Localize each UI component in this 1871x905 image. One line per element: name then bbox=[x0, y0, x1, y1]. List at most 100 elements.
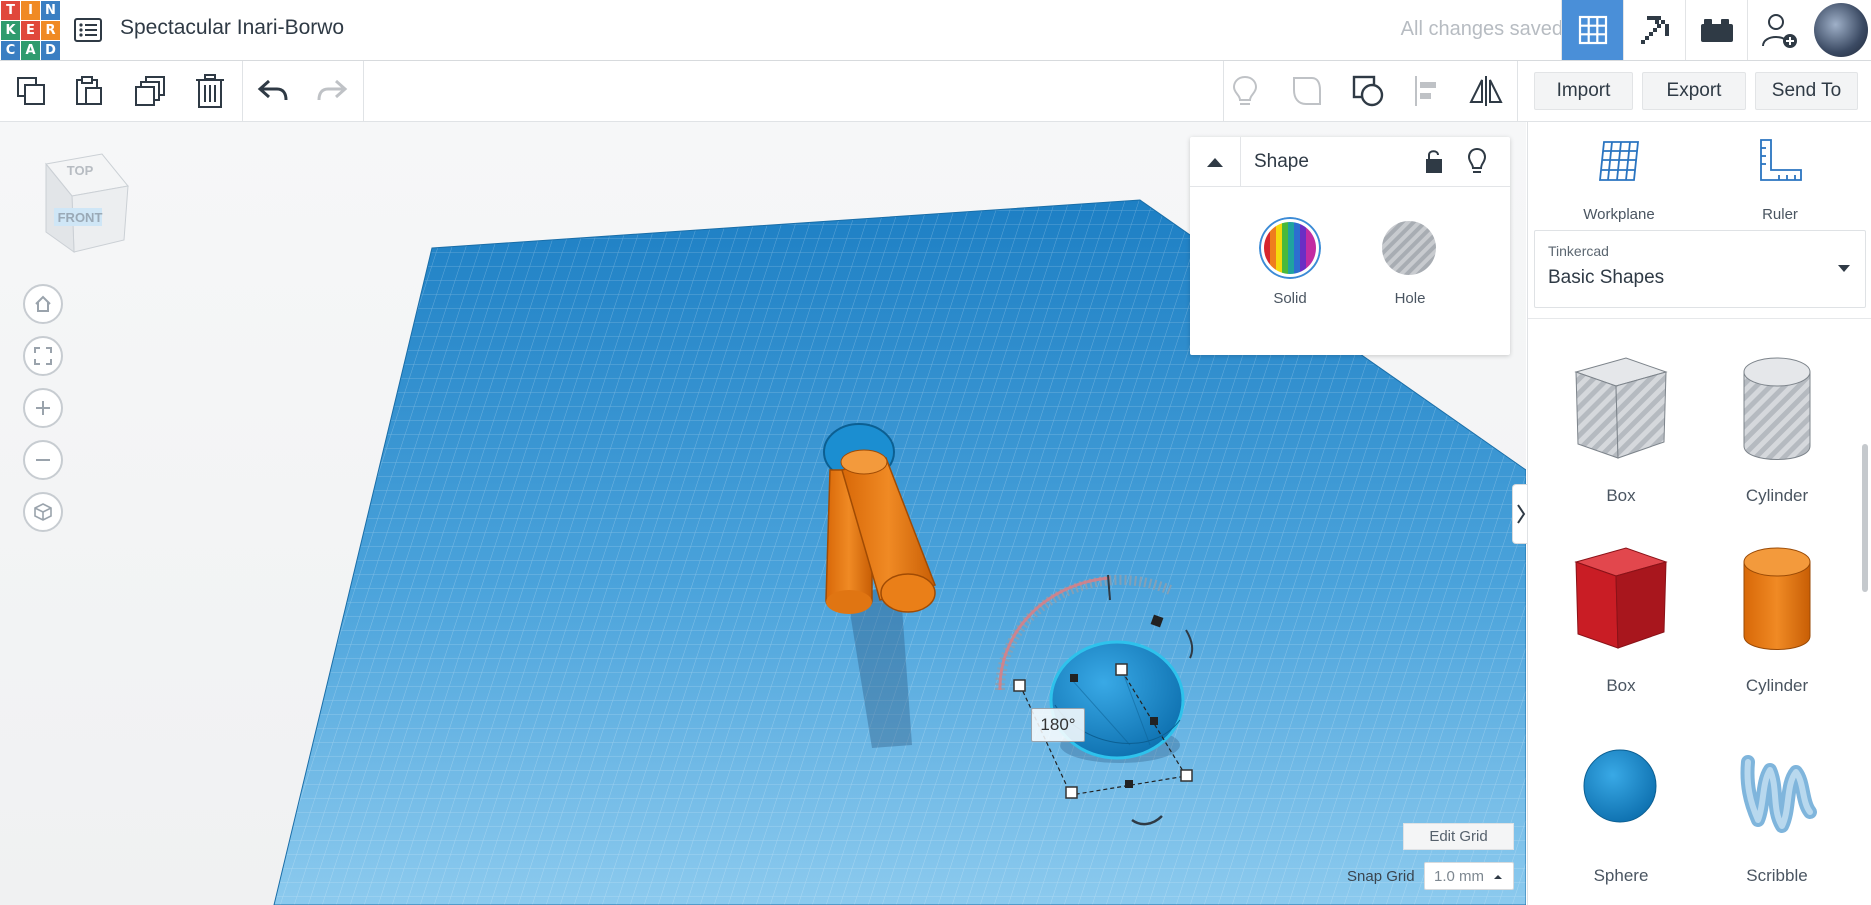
trash-icon bbox=[196, 74, 224, 108]
viewcube-top-label: TOP bbox=[67, 163, 94, 178]
mirror-icon bbox=[1469, 76, 1503, 106]
shape-label: Box bbox=[1606, 486, 1636, 505]
shape-sphere[interactable]: Sphere bbox=[1556, 722, 1686, 892]
export-button[interactable]: Export bbox=[1642, 72, 1746, 110]
ungroup-icon bbox=[1352, 75, 1384, 107]
solid-color-swatch[interactable] bbox=[1259, 217, 1321, 279]
shape-cylinder[interactable]: Cylinder bbox=[1712, 532, 1842, 702]
workplane-tool[interactable]: Workplane bbox=[1564, 136, 1674, 232]
logo-letter: E bbox=[21, 21, 40, 40]
library-name: Basic Shapes bbox=[1548, 267, 1665, 288]
group-button[interactable] bbox=[1286, 71, 1328, 111]
shapes-panel: Workplane Ruler Tinkercad Basic Shapes B… bbox=[1527, 122, 1871, 905]
shape-scribble[interactable]: Scribble bbox=[1712, 722, 1842, 892]
fit-view-button[interactable] bbox=[23, 336, 63, 376]
lightbulb-icon bbox=[1232, 75, 1258, 105]
align-button[interactable] bbox=[1406, 71, 1448, 111]
caret-up-icon bbox=[1494, 875, 1502, 879]
codeblocks-button[interactable] bbox=[1623, 0, 1686, 60]
view-cube[interactable]: TOP FRONT bbox=[40, 152, 132, 254]
shape-label: Cylinder bbox=[1745, 676, 1809, 695]
perspective-button[interactable] bbox=[23, 492, 63, 532]
shape-label: Cylinder bbox=[1745, 486, 1809, 505]
duplicate-button[interactable] bbox=[129, 71, 171, 111]
paste-icon bbox=[76, 76, 102, 105]
solid-label: Solid bbox=[1273, 290, 1307, 307]
add-user-button[interactable] bbox=[1747, 0, 1810, 60]
top-bar: T I N K E R C A D Spectacular Inari-Borw… bbox=[0, 0, 1871, 61]
toolbar-divider bbox=[242, 61, 243, 121]
box-hole-icon bbox=[1574, 357, 1668, 459]
add-user-icon bbox=[1762, 14, 1797, 48]
send-to-button[interactable]: Send To bbox=[1755, 72, 1858, 110]
logo-letter: D bbox=[41, 41, 60, 60]
snap-grid-select[interactable]: 1.0 mm bbox=[1424, 862, 1514, 890]
cylinder-hole-icon bbox=[1743, 357, 1811, 460]
home-icon bbox=[35, 295, 51, 312]
panel-collapse-button[interactable] bbox=[1512, 484, 1528, 544]
zoom-out-button[interactable] bbox=[23, 440, 63, 480]
tinkercad-logo[interactable]: T I N K E R C A D bbox=[0, 0, 60, 60]
import-button[interactable]: Import bbox=[1534, 72, 1633, 110]
hole-swatch[interactable] bbox=[1380, 219, 1438, 277]
ungroup-button[interactable] bbox=[1347, 71, 1389, 111]
inspector-collapse-button[interactable] bbox=[1190, 137, 1241, 186]
paste-button[interactable] bbox=[68, 71, 110, 111]
copy-button[interactable] bbox=[10, 71, 52, 111]
ruler-icon bbox=[1760, 139, 1802, 181]
shape-library-select[interactable]: Tinkercad Basic Shapes bbox=[1534, 230, 1866, 308]
undo-icon bbox=[257, 79, 288, 101]
redo-button[interactable] bbox=[311, 71, 353, 111]
sphere-icon bbox=[1583, 749, 1657, 823]
bricks-button[interactable] bbox=[1685, 0, 1748, 60]
shape-label: Scribble bbox=[1746, 866, 1808, 885]
shapes-scrollbar[interactable] bbox=[1862, 444, 1868, 592]
ruler-tool[interactable]: Ruler bbox=[1725, 136, 1835, 232]
box-icon bbox=[1574, 547, 1668, 649]
rotation-angle-readout: 180° bbox=[1031, 708, 1085, 742]
panel-divider bbox=[1528, 318, 1871, 319]
caret-down-icon bbox=[1838, 265, 1850, 272]
shape-box-hole[interactable]: Box bbox=[1556, 342, 1686, 512]
inspector-header: Shape bbox=[1190, 137, 1510, 187]
workplane-icon bbox=[1599, 141, 1639, 181]
edit-grid-button[interactable]: Edit Grid bbox=[1403, 823, 1514, 850]
snap-grid-label: Snap Grid bbox=[1347, 868, 1415, 885]
chevron-right-icon bbox=[1516, 504, 1525, 524]
minus-icon bbox=[36, 459, 50, 461]
lego-brick-icon bbox=[1701, 19, 1733, 42]
design-title[interactable]: Spectacular Inari-Borwo bbox=[120, 16, 344, 40]
lightbulb-icon[interactable] bbox=[1466, 147, 1488, 175]
list-icon bbox=[74, 18, 102, 42]
user-avatar[interactable] bbox=[1814, 3, 1868, 57]
redo-icon bbox=[317, 79, 348, 101]
delete-button[interactable] bbox=[189, 71, 231, 111]
save-status: All changes saved bbox=[1400, 18, 1563, 40]
shape-box[interactable]: Box bbox=[1556, 532, 1686, 702]
shape-cylinder-hole[interactable]: Cylinder bbox=[1712, 342, 1842, 512]
snap-grid-value: 1.0 mm bbox=[1434, 867, 1485, 885]
inspector-title: Shape bbox=[1254, 151, 1309, 172]
mirror-button[interactable] bbox=[1465, 71, 1507, 111]
copy-icon bbox=[17, 77, 45, 105]
viewcube-front-label: FRONT bbox=[58, 210, 103, 225]
logo-letter: N bbox=[41, 1, 60, 20]
undo-button[interactable] bbox=[252, 71, 294, 111]
workplane-label: Workplane bbox=[1583, 206, 1655, 223]
toolbar-divider bbox=[363, 61, 364, 121]
logo-letter: A bbox=[21, 41, 40, 60]
duplicate-icon bbox=[135, 76, 165, 106]
shape-label: Box bbox=[1606, 676, 1636, 695]
unlock-icon[interactable] bbox=[1424, 148, 1444, 174]
zoom-in-button[interactable] bbox=[23, 388, 63, 428]
3d-view-button[interactable] bbox=[1561, 0, 1624, 60]
fit-icon bbox=[34, 347, 52, 365]
group-icon bbox=[1293, 77, 1321, 105]
design-list-button[interactable] bbox=[72, 16, 104, 44]
home-view-button[interactable] bbox=[23, 284, 63, 324]
shape-label: Sphere bbox=[1593, 866, 1649, 885]
notes-button[interactable] bbox=[1224, 71, 1266, 111]
chevron-up-icon bbox=[1207, 157, 1223, 167]
align-icon bbox=[1415, 76, 1436, 106]
cylinder-icon bbox=[1743, 547, 1811, 650]
